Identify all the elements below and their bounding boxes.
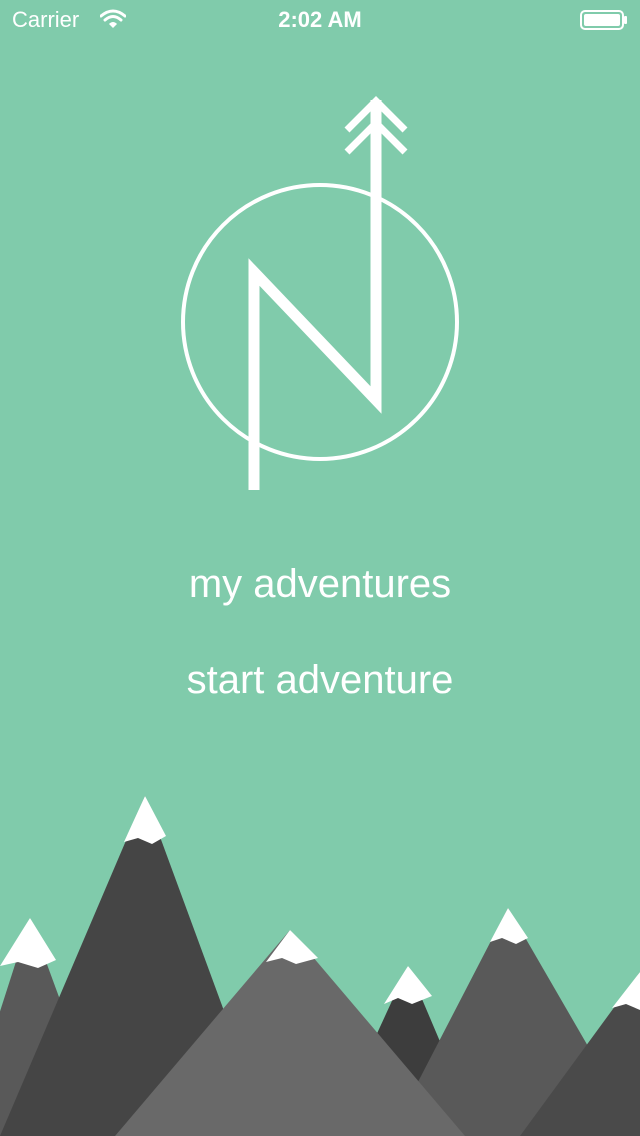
mountain-range-illustration [0, 796, 640, 1136]
my-adventures-button[interactable]: my adventures [0, 560, 640, 608]
start-adventure-button[interactable]: start adventure [0, 656, 640, 704]
status-bar: Carrier 2:02 AM [0, 0, 640, 40]
status-time: 2:02 AM [278, 7, 362, 32]
north-compass-logo-icon [181, 96, 459, 490]
battery-icon [580, 10, 627, 30]
home-screen: Carrier 2:02 AM my adventures start adve… [0, 0, 640, 1136]
